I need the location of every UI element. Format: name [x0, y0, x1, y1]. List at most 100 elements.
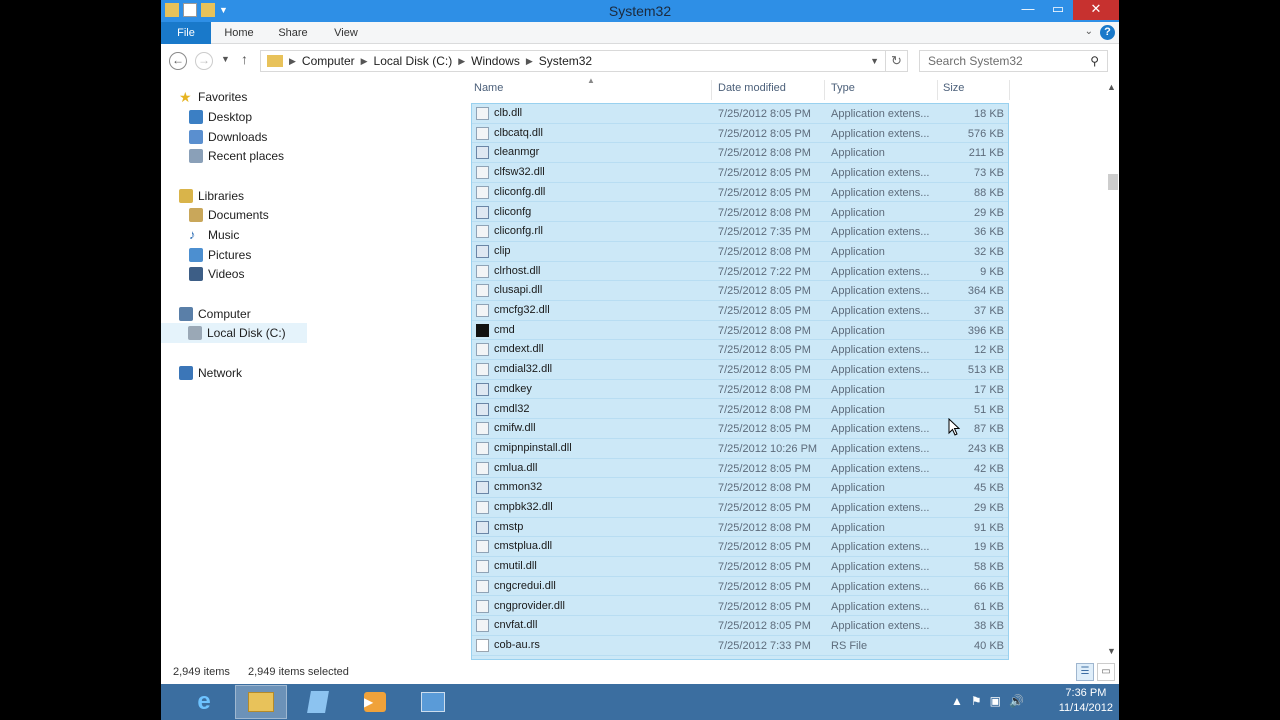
file-row[interactable]: cngprovider.dll 7/25/2012 8:05 PM Applicat…: [472, 597, 1008, 617]
breadcrumb-system32[interactable]: System32: [533, 54, 598, 68]
file-row[interactable]: cmpbk32.dll 7/25/2012 8:05 PM Application …: [472, 498, 1008, 518]
chevron-right-icon[interactable]: ▶: [526, 56, 533, 67]
file-row[interactable]: cliconfg.rll 7/25/2012 7:35 PM Application…: [472, 222, 1008, 242]
large-icons-view-button[interactable]: ▭: [1097, 663, 1115, 681]
file-row[interactable]: clip 7/25/2012 8:08 PM Application 32 KB: [472, 242, 1008, 262]
forward-button[interactable]: →: [195, 52, 213, 70]
file-row[interactable]: clusapi.dll 7/25/2012 8:05 PM Application …: [472, 281, 1008, 301]
breadcrumb-windows[interactable]: Windows: [465, 54, 526, 68]
file-row[interactable]: cmcfg32.dll 7/25/2012 8:05 PM Application …: [472, 301, 1008, 321]
nav-item-pictures[interactable]: Pictures: [189, 245, 251, 265]
volume-icon[interactable]: 🔊: [1009, 694, 1024, 708]
file-row[interactable]: cmdl32 7/25/2012 8:08 PM Application 51 KB: [472, 400, 1008, 420]
file-row[interactable]: cmutil.dll 7/25/2012 8:05 PM Application e…: [472, 557, 1008, 577]
column-separator[interactable]: [824, 80, 825, 100]
show-hidden-icons-icon[interactable]: ▲: [951, 694, 963, 708]
nav-item-recent-places[interactable]: Recent places: [189, 146, 284, 166]
file-row[interactable]: cmdext.dll 7/25/2012 8:05 PM Application e…: [472, 340, 1008, 361]
back-button[interactable]: ←: [169, 52, 187, 70]
file-date: 7/25/2012 8:05 PM: [718, 364, 811, 377]
file-row[interactable]: cmipnpinstall.dll 7/25/2012 10:26 PM Appli…: [472, 439, 1008, 459]
file-row[interactable]: cob-au.rs 7/25/2012 7:33 PM RS File 40 KB: [472, 636, 1008, 656]
file-date: 7/25/2012 8:05 PM: [718, 541, 811, 554]
nav-item-documents[interactable]: Documents: [189, 205, 269, 225]
dll-icon: [476, 225, 489, 239]
file-row[interactable]: cliconfg 7/25/2012 8:08 PM Application 29 K…: [472, 203, 1008, 223]
nav-computer[interactable]: Computer: [179, 304, 251, 324]
column-name[interactable]: Name: [474, 82, 503, 100]
ie-icon[interactable]: e: [178, 685, 230, 719]
file-row[interactable]: cmstplua.dll 7/25/2012 8:05 PM Application…: [472, 537, 1008, 558]
maximize-button[interactable]: ▭: [1043, 0, 1073, 20]
vertical-scrollbar[interactable]: ▲ ▼: [1105, 76, 1119, 660]
column-separator[interactable]: [1009, 80, 1010, 100]
app-icon[interactable]: [292, 685, 344, 719]
file-row[interactable]: cmdkey 7/25/2012 8:08 PM Application 17 KB: [472, 380, 1008, 400]
expand-ribbon-icon[interactable]: ⌄: [1085, 26, 1093, 37]
file-row[interactable]: cmd 7/25/2012 8:08 PM Application 396 KB: [472, 321, 1008, 341]
column-separator[interactable]: [711, 80, 712, 100]
help-button[interactable]: ?: [1100, 25, 1115, 40]
file-row[interactable]: cliconfg.dll 7/25/2012 8:05 PM Application…: [472, 183, 1008, 203]
tab-file[interactable]: File: [161, 22, 211, 44]
dll-icon: [476, 264, 489, 278]
file-row[interactable]: cmdial32.dll 7/25/2012 8:05 PM Application…: [472, 360, 1008, 380]
file-date: 7/25/2012 8:05 PM: [718, 167, 811, 180]
recent-locations-icon[interactable]: ▼: [221, 54, 230, 64]
file-row[interactable]: cmmon32 7/25/2012 8:08 PM Application 45 KB: [472, 478, 1008, 498]
nav-libraries[interactable]: Libraries: [179, 186, 244, 206]
tab-home[interactable]: Home: [219, 22, 259, 44]
close-button[interactable]: ✕: [1073, 0, 1119, 20]
address-bar[interactable]: ▶ Computer ▶ Local Disk (C:) ▶ Windows ▶…: [260, 50, 886, 72]
nav-network[interactable]: Network: [179, 363, 242, 383]
column-date-modified[interactable]: Date modified: [718, 82, 786, 100]
file-row[interactable]: cnvfat.dll 7/25/2012 8:05 PM Application e…: [472, 616, 1008, 636]
file-row[interactable]: clfsw32.dll 7/25/2012 8:05 PM Application …: [472, 163, 1008, 183]
nav-item-music[interactable]: ♪ Music: [189, 225, 239, 245]
breadcrumb-computer[interactable]: Computer: [296, 54, 361, 68]
control-panel-icon[interactable]: [407, 685, 459, 719]
file-row[interactable]: clbcatq.dll 7/25/2012 8:05 PM Application …: [472, 124, 1008, 144]
file-row[interactable]: cmlua.dll 7/25/2012 8:05 PM Application ex…: [472, 459, 1008, 479]
scrollbar-thumb[interactable]: [1108, 174, 1118, 190]
tab-share[interactable]: Share: [273, 22, 313, 44]
nav-favorites[interactable]: ★ Favorites: [179, 87, 247, 107]
column-size[interactable]: Size: [943, 82, 964, 100]
minimize-button[interactable]: —: [1013, 0, 1043, 20]
file-row[interactable]: cleanmgr 7/25/2012 8:08 PM Application 211 …: [472, 143, 1008, 164]
scroll-up-icon[interactable]: ▲: [1107, 82, 1116, 92]
file-row[interactable]: clb.dll 7/25/2012 8:05 PM Application exte…: [472, 104, 1008, 124]
details-view-button[interactable]: ☰: [1076, 663, 1094, 681]
nav-item-videos[interactable]: Videos: [189, 264, 244, 284]
file-type: Application: [831, 324, 885, 337]
selected-count: 2,949 items selected: [248, 666, 349, 678]
search-icon[interactable]: ⚲: [1090, 54, 1099, 68]
action-center-icon[interactable]: ⚑: [971, 694, 982, 708]
file-explorer-icon[interactable]: [235, 685, 287, 719]
file-row[interactable]: cngcredui.dll 7/25/2012 8:05 PM Applicatio…: [472, 577, 1008, 597]
title-bar[interactable]: ▼ System32 — ▭ ✕: [161, 0, 1119, 22]
chevron-right-icon[interactable]: ▶: [458, 56, 465, 67]
up-button[interactable]: ↑: [241, 51, 248, 67]
nav-item-desktop[interactable]: Desktop: [189, 107, 252, 127]
clock[interactable]: 7:36 PM 11/14/2012: [1059, 686, 1113, 716]
breadcrumb-local-disk[interactable]: Local Disk (C:): [368, 54, 459, 68]
nav-item-downloads[interactable]: Downloads: [189, 127, 267, 147]
nav-item-local-disk[interactable]: Local Disk (C:): [161, 323, 307, 343]
computer-icon: [179, 307, 193, 321]
file-row[interactable]: cmstp 7/25/2012 8:08 PM Application 91 KB: [472, 518, 1008, 538]
column-separator[interactable]: [937, 80, 938, 100]
file-row[interactable]: cmifw.dll 7/25/2012 8:05 PM Application ex…: [472, 419, 1008, 439]
column-type[interactable]: Type: [831, 82, 855, 100]
media-player-icon[interactable]: ▶: [349, 685, 401, 719]
refresh-button[interactable]: ↻: [886, 50, 908, 72]
file-row[interactable]: clrhost.dll 7/25/2012 7:22 PM Application …: [472, 262, 1008, 282]
address-dropdown-icon[interactable]: ▼: [870, 56, 879, 66]
tab-view[interactable]: View: [326, 22, 366, 44]
search-input[interactable]: Search System32 ⚲: [919, 50, 1108, 72]
desktop-icon: [189, 110, 203, 124]
scroll-down-icon[interactable]: ▼: [1107, 646, 1116, 656]
chevron-right-icon[interactable]: ▶: [289, 56, 296, 67]
chevron-right-icon[interactable]: ▶: [361, 56, 368, 67]
network-icon[interactable]: ▣: [990, 694, 1001, 708]
